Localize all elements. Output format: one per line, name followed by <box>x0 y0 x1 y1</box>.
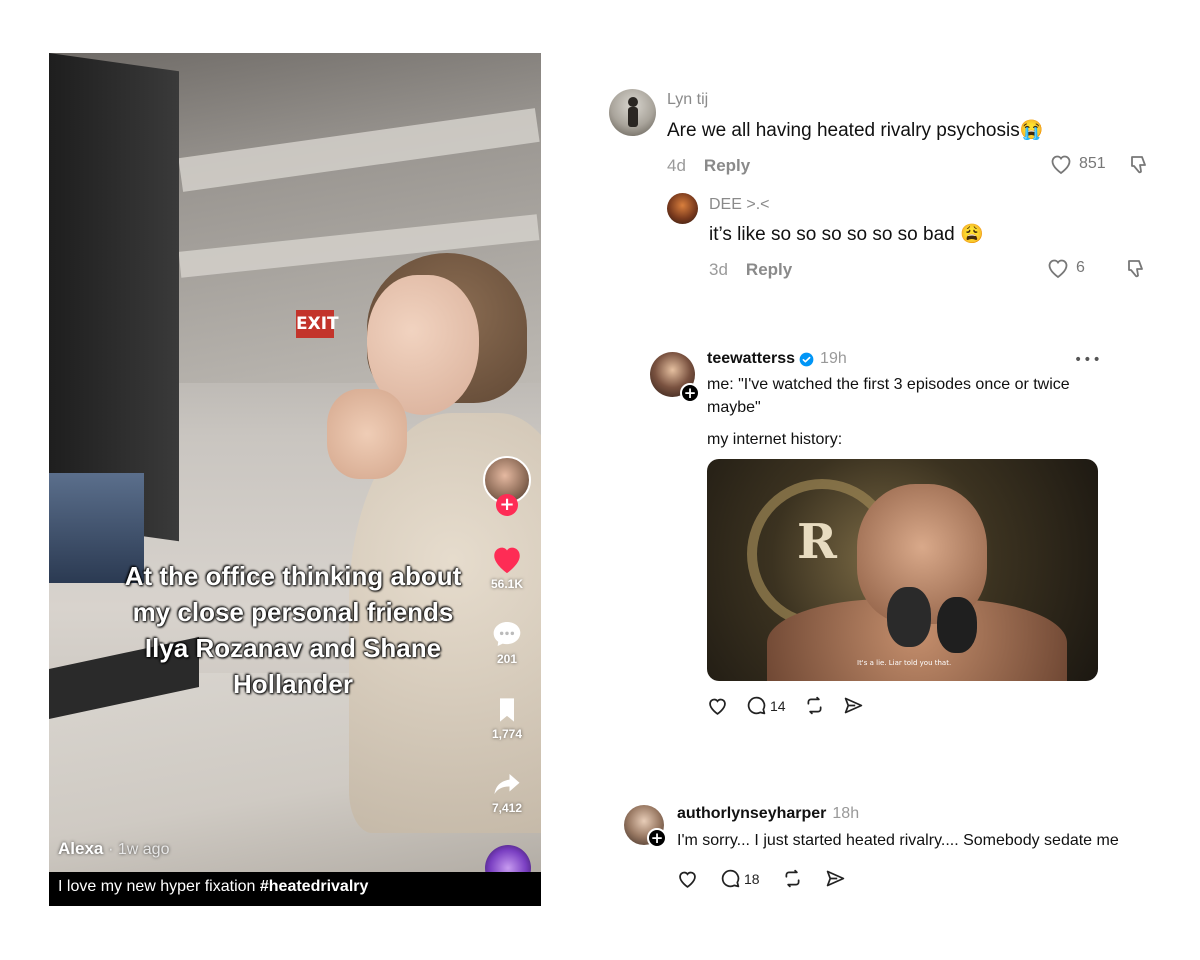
thread-author-line: authorlynseyharper 18h <box>677 805 859 823</box>
avatar[interactable] <box>609 89 656 136</box>
comment-text: it’s like so so so so so so bad 😩 <box>709 224 984 245</box>
video-posted-time: · 1w ago <box>108 841 170 858</box>
speech-bubble-icon <box>747 696 766 715</box>
comment-username[interactable]: Lyn tij <box>667 91 708 109</box>
save-count: 1,774 <box>491 727 523 741</box>
comment-meta: 4d Reply <box>667 156 750 176</box>
thread-time: 19h <box>820 350 847 367</box>
send-icon[interactable] <box>843 695 864 716</box>
heart-icon <box>494 547 520 574</box>
thumbs-down-icon <box>1131 156 1146 174</box>
comment-count: 201 <box>496 652 518 666</box>
dislike-button[interactable] <box>1125 257 1149 281</box>
more-options-icon[interactable]: ••• <box>1074 352 1102 368</box>
reply-button[interactable]: 18 <box>720 868 760 889</box>
thread-actions: 14 <box>707 695 864 716</box>
comment-like-button[interactable]: 6 <box>1046 257 1085 279</box>
comment-text: Are we all having heated rivalry psychos… <box>667 120 1044 141</box>
microphone <box>937 597 977 653</box>
bookmark-icon <box>500 698 514 722</box>
speech-bubble-icon <box>721 869 740 888</box>
microphone <box>887 587 931 647</box>
heart-outline-icon[interactable] <box>707 696 728 716</box>
comment-like-count: 6 <box>1076 259 1085 276</box>
person-silhouette-icon <box>628 97 638 127</box>
share-count: 7,412 <box>491 801 523 815</box>
thread-username[interactable]: teewatterss <box>707 350 795 368</box>
comment-like-count: 851 <box>1079 155 1106 172</box>
thread-text: me: "I've watched the first 3 episodes o… <box>707 376 1070 416</box>
follow-plus-icon[interactable]: + <box>680 383 700 403</box>
dislike-button[interactable] <box>1128 153 1152 177</box>
thread-text-second: my internet history: <box>707 431 843 448</box>
reply-button[interactable]: 14 <box>746 695 786 716</box>
thread-text: I'm sorry... I just started heated rival… <box>677 832 1119 849</box>
reply-count: 18 <box>744 870 760 887</box>
follow-button[interactable]: + <box>496 494 518 516</box>
team-logo-letter: R <box>797 514 837 570</box>
reply-button[interactable]: Reply <box>704 156 750 175</box>
video-description: I love my new hyper fixation #heatedriva… <box>58 875 368 899</box>
video-caption: At the office thinking about my close pe… <box>124 561 462 699</box>
share-arrow-icon <box>494 774 520 794</box>
heart-outline-icon <box>1051 155 1071 175</box>
comment-like-button[interactable]: 851 <box>1049 153 1106 175</box>
thread-author-line: teewatterss 19h <box>707 350 847 368</box>
comment-bubble-icon <box>493 622 521 646</box>
repost-icon[interactable] <box>782 868 803 889</box>
send-icon[interactable] <box>825 868 846 889</box>
comment-age: 3d <box>709 260 728 279</box>
like-count: 56.1K <box>490 577 524 591</box>
reply-button[interactable]: Reply <box>746 260 792 279</box>
repost-icon[interactable] <box>804 695 825 716</box>
comment-username[interactable]: DEE >.< <box>709 196 769 214</box>
video-author[interactable]: Alexa <box>58 839 103 858</box>
office-monitor <box>49 53 179 542</box>
hashtag-link[interactable]: #heatedrivalry <box>260 878 369 895</box>
thread-media-image[interactable]: R It's a lie. Liar told you that. <box>707 459 1098 681</box>
heart-outline-icon <box>1048 259 1068 279</box>
description-text: I love my new hyper fixation <box>58 878 260 895</box>
comment-meta: 3d Reply <box>709 260 792 280</box>
share-button[interactable]: 7,412 <box>479 769 535 815</box>
verified-badge-icon <box>799 352 814 366</box>
comment-button[interactable]: 201 <box>479 618 535 666</box>
thread-time: 18h <box>832 805 860 822</box>
media-subtitle: It's a lie. Liar told you that. <box>857 659 952 667</box>
person-hands <box>327 389 407 479</box>
thread-actions: 18 <box>677 868 846 889</box>
thread-username[interactable]: authorlynseyharper <box>677 805 826 823</box>
like-button[interactable]: 56.1K <box>479 543 535 591</box>
exit-sign: EXIT <box>296 310 339 338</box>
follow-plus-icon[interactable]: + <box>647 828 667 848</box>
bookmark-button[interactable]: 1,774 <box>479 695 535 741</box>
heart-outline-icon[interactable] <box>677 869 698 889</box>
comment-age: 4d <box>667 156 686 175</box>
avatar[interactable] <box>667 193 698 224</box>
reply-count: 14 <box>770 697 786 714</box>
thumbs-down-icon <box>1128 260 1143 278</box>
video-player[interactable]: EXIT At the office thinking about my clo… <box>49 53 541 906</box>
video-author-line: Alexa · 1w ago <box>58 839 169 859</box>
